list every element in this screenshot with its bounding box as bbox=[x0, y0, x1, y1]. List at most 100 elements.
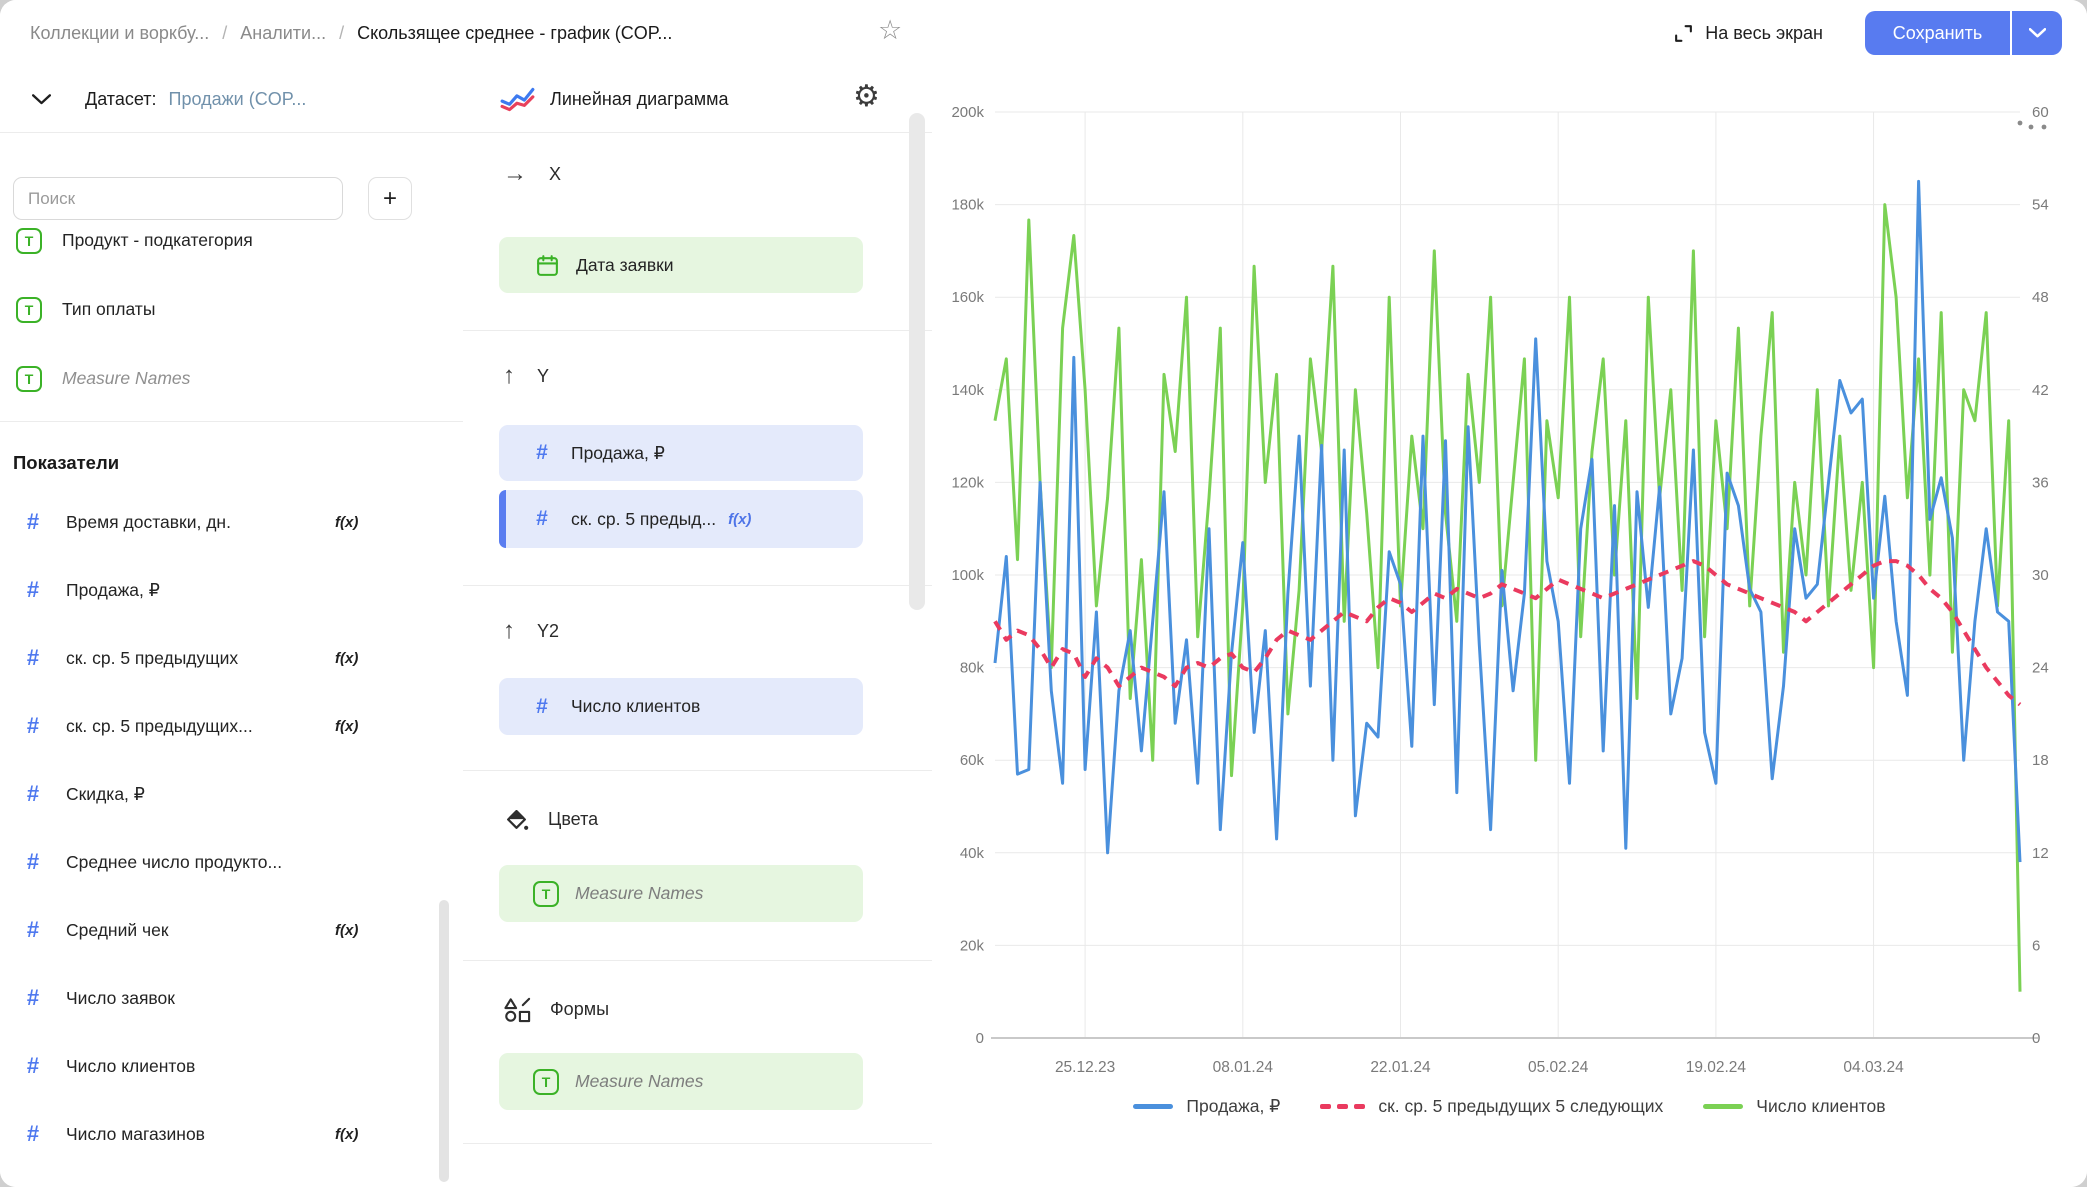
x-field-pill[interactable]: Дата заявки bbox=[499, 237, 863, 293]
y2-axis-tick-label: 18 bbox=[2032, 752, 2049, 769]
legend-item[interactable]: Продажа, ₽ bbox=[1133, 1096, 1280, 1117]
measure-label: Время доставки, дн. bbox=[66, 512, 231, 533]
dimension-row[interactable]: TПродукт - подкатегория bbox=[0, 206, 463, 275]
dataset-name-link[interactable]: Продажи (COP... bbox=[169, 89, 307, 110]
measure-label: Средний чек bbox=[66, 920, 169, 941]
collapse-chevron-icon[interactable] bbox=[32, 94, 51, 105]
hash-icon: # bbox=[20, 577, 46, 603]
fullscreen-icon bbox=[1673, 23, 1694, 44]
measure-label: Продажа, ₽ bbox=[66, 580, 160, 601]
shapes-icon bbox=[503, 996, 532, 1023]
colors-field-pill[interactable]: T Measure Names bbox=[499, 865, 863, 922]
hash-icon: # bbox=[529, 507, 555, 531]
dimension-label: Тип оплаты bbox=[62, 299, 155, 320]
chart-legend: Продажа, ₽ ск. ср. 5 предыдущих 5 следующ… bbox=[932, 1096, 2087, 1117]
measure-row[interactable]: #Скидка, ₽ bbox=[0, 760, 463, 828]
shapes-field-label: Measure Names bbox=[575, 1071, 703, 1092]
favorite-star-icon[interactable]: ☆ bbox=[878, 17, 902, 44]
legend-line-swatch bbox=[1133, 1104, 1173, 1109]
x-axis-tick-label: 19.02.24 bbox=[1686, 1059, 1747, 1076]
measure-row[interactable]: #Среднее число продукто... bbox=[0, 828, 463, 896]
hash-icon: # bbox=[20, 645, 46, 671]
formula-badge: f(x) bbox=[335, 514, 358, 531]
section-y2: ↑ Y2 bbox=[503, 619, 559, 643]
breadcrumb-separator: / bbox=[339, 23, 344, 44]
measure-row[interactable]: #ск. ср. 5 предыдущихf(x) bbox=[0, 624, 463, 692]
x-axis-tick-label: 25.12.23 bbox=[1055, 1059, 1115, 1076]
measure-label: Число магазинов bbox=[66, 1124, 205, 1145]
measure-row[interactable]: #Число клиентов bbox=[0, 1032, 463, 1100]
hash-icon: # bbox=[20, 1121, 46, 1147]
line-chart[interactable]: 0020k640k1260k1880k24100k30120k36140k421… bbox=[932, 66, 2087, 1187]
selected-indicator bbox=[499, 490, 506, 548]
divider bbox=[463, 585, 932, 586]
measure-row[interactable]: #Средний чекf(x) bbox=[0, 896, 463, 964]
measure-row[interactable]: #Время доставки, дн.f(x) bbox=[0, 488, 463, 556]
hash-icon: # bbox=[20, 849, 46, 875]
arrow-up-icon: ↑ bbox=[503, 364, 515, 388]
y-axis-tick-label: 80k bbox=[960, 660, 985, 677]
measure-row[interactable]: #Число заявок bbox=[0, 964, 463, 1032]
legend-label: Число клиентов bbox=[1756, 1096, 1885, 1117]
x-axis-tick-label: 05.02.24 bbox=[1528, 1059, 1589, 1076]
y-field-pill-selected[interactable]: # ск. ср. 5 предыд... f(x) bbox=[499, 490, 863, 548]
settings-gear-icon[interactable]: ⚙ bbox=[853, 82, 880, 112]
measure-label: Число заявок bbox=[66, 988, 175, 1009]
fullscreen-label: На весь экран bbox=[1705, 23, 1823, 44]
line-chart-type-icon[interactable] bbox=[500, 86, 536, 112]
y2-field-pill[interactable]: # Число клиентов bbox=[499, 678, 863, 735]
section-colors: Цвета bbox=[503, 806, 598, 833]
panel-header: Линейная диаграмма ⚙ bbox=[463, 66, 932, 133]
y-axis-tick-label: 100k bbox=[951, 567, 984, 584]
shapes-field-pill[interactable]: T Measure Names bbox=[499, 1053, 863, 1110]
x-axis-tick-label: 04.03.24 bbox=[1843, 1059, 1904, 1076]
panel-scrollbar[interactable] bbox=[909, 113, 925, 610]
breadcrumb-collections[interactable]: Коллекции и воркбу... bbox=[30, 23, 209, 44]
section-colors-label: Цвета bbox=[548, 809, 598, 830]
dimension-row[interactable]: TMeasure Names bbox=[0, 344, 463, 413]
hash-icon: # bbox=[529, 441, 555, 465]
measure-row[interactable]: #Число магазиновf(x) bbox=[0, 1100, 463, 1168]
y-field-pill[interactable]: # Продажа, ₽ bbox=[499, 425, 863, 481]
fullscreen-button[interactable]: На весь экран bbox=[1673, 23, 1823, 44]
breadcrumb-analytics[interactable]: Аналити... bbox=[240, 23, 326, 44]
save-dropdown-button[interactable] bbox=[2012, 11, 2062, 55]
divider bbox=[463, 1143, 932, 1144]
header-actions: На весь экран Сохранить bbox=[1673, 0, 2062, 66]
dimension-type-icon: T bbox=[16, 297, 42, 323]
dimension-type-icon: T bbox=[533, 1069, 559, 1095]
measure-row[interactable]: #ск. ср. 5 предыдущих...f(x) bbox=[0, 692, 463, 760]
y-axis-tick-label: 120k bbox=[951, 474, 984, 491]
y2-axis-tick-label: 24 bbox=[2032, 660, 2049, 677]
legend-item[interactable]: ск. ср. 5 предыдущих 5 следующих bbox=[1320, 1096, 1663, 1117]
top-bar: Коллекции и воркбу... / Аналити... / Ско… bbox=[0, 0, 2087, 67]
x-axis-tick-label: 08.01.24 bbox=[1213, 1059, 1274, 1076]
legend-item[interactable]: Число клиентов bbox=[1703, 1096, 1885, 1117]
calendar-icon bbox=[535, 253, 560, 278]
series-line-y2 bbox=[995, 205, 2020, 992]
dimension-label: Продукт - подкатегория bbox=[62, 230, 253, 251]
save-button[interactable]: Сохранить bbox=[1865, 11, 2010, 55]
measure-label: ск. ср. 5 предыдущих bbox=[66, 648, 238, 669]
measures-header: Показатели bbox=[13, 452, 119, 474]
colors-field-label: Measure Names bbox=[575, 883, 703, 904]
y-axis-tick-label: 40k bbox=[960, 845, 985, 862]
y-axis-tick-label: 180k bbox=[951, 197, 984, 214]
sidebar-scrollbar[interactable] bbox=[439, 900, 449, 1182]
chart-area: 0020k640k1260k1880k24100k30120k36140k421… bbox=[932, 66, 2087, 1187]
measure-row[interactable]: # Продажа, ₽ bbox=[0, 556, 463, 624]
paint-bucket-icon bbox=[503, 806, 530, 833]
dimension-row[interactable]: T Тип оплаты bbox=[0, 275, 463, 344]
y-axis-tick-label: 60k bbox=[960, 752, 985, 769]
y-axis-tick-label: 160k bbox=[951, 289, 984, 306]
chart-menu-dots-icon bbox=[2018, 121, 2023, 126]
chart-type-title: Линейная диаграмма bbox=[550, 89, 729, 110]
legend-line-swatch bbox=[1703, 1104, 1743, 1109]
section-shapes: Формы bbox=[503, 996, 609, 1023]
section-shapes-label: Формы bbox=[550, 999, 609, 1020]
legend-dashed-swatch bbox=[1320, 1104, 1365, 1109]
y2-axis-tick-label: 60 bbox=[2032, 104, 2049, 121]
y2-axis-tick-label: 54 bbox=[2032, 197, 2049, 214]
breadcrumb: Коллекции и воркбу... / Аналити... / Ско… bbox=[30, 0, 672, 66]
hash-icon: # bbox=[20, 1053, 46, 1079]
